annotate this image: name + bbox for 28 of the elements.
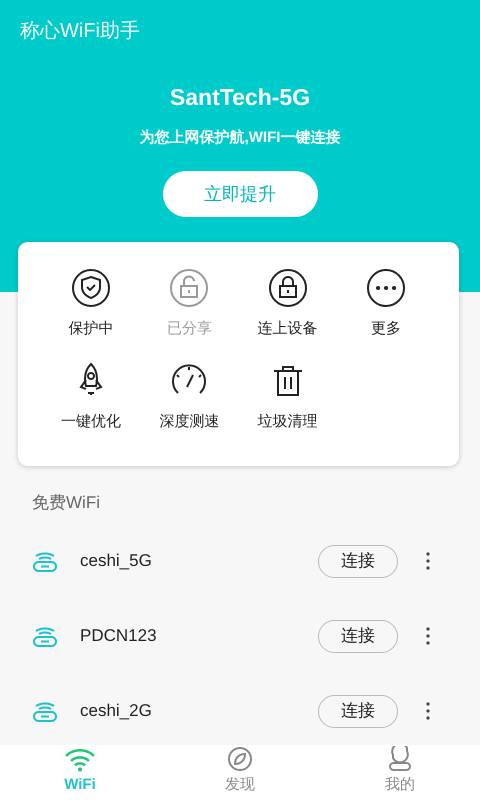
more-options-icon[interactable] — [426, 552, 430, 570]
network-name: ceshi_2G — [80, 700, 153, 722]
tool-label[interactable]: 保护中 — [68, 318, 114, 340]
slogan: 为您上网保护航,WIFI一键连接 — [140, 128, 340, 148]
compass-icon — [227, 746, 253, 772]
lock-icon[interactable] — [268, 268, 308, 308]
shield-icon[interactable] — [71, 268, 112, 308]
connect-button[interactable]: 连接 — [318, 544, 398, 578]
section-title: 免费WiFi — [32, 492, 100, 514]
network-name: SantTech-5G — [170, 83, 310, 112]
connect-button[interactable]: 连接 — [318, 694, 398, 728]
tool-label[interactable]: 更多 — [370, 318, 401, 340]
network-name: PDCN123 — [80, 625, 158, 648]
more-options-icon[interactable] — [426, 702, 430, 720]
unlock-icon[interactable] — [169, 268, 210, 308]
wifi-icon — [64, 748, 96, 772]
tool-label[interactable]: 一键优化 — [61, 410, 122, 433]
nav-tab[interactable]: 我的 — [385, 774, 415, 796]
user-icon — [388, 746, 412, 772]
more-options-icon[interactable] — [426, 627, 430, 645]
network-name: ceshi_5G — [80, 550, 153, 572]
connect-button[interactable]: 连接 — [318, 620, 398, 652]
app-title: 称心WiFi助手 — [20, 19, 140, 44]
more-icon[interactable] — [366, 268, 406, 308]
nav-tab[interactable]: 发现 — [225, 774, 255, 796]
tool-label[interactable]: 连上设备 — [258, 318, 318, 340]
tool-label[interactable]: 深度测速 — [159, 410, 220, 433]
tool-label[interactable]: 垃圾清理 — [258, 410, 318, 433]
